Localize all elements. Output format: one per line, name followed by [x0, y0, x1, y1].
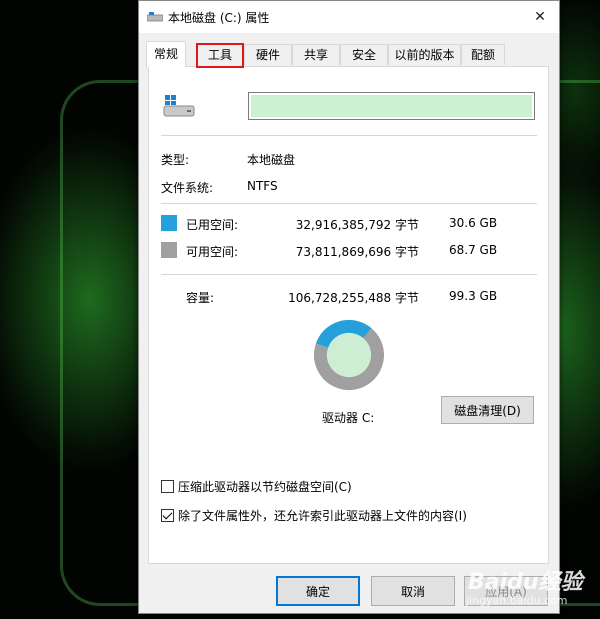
filesystem-label: 文件系统:	[161, 181, 214, 195]
type-label: 类型:	[161, 153, 190, 167]
drive-icon	[163, 95, 195, 117]
properties-dialog: 本地磁盘 (C:) 属性 ✕ 常规 工具 硬件 共享 安全 以前的版本 配额 类…	[138, 0, 560, 614]
compress-checkbox-label: 压缩此驱动器以节约磁盘空间(C)	[178, 480, 352, 494]
filesystem-value: NTFS	[247, 179, 278, 193]
tab-sharing[interactable]: 共享	[292, 44, 340, 65]
background-frame-right	[556, 80, 600, 606]
capacity-bytes: 106,728,255,488 字节	[288, 291, 419, 305]
type-value: 本地磁盘	[247, 153, 296, 167]
ok-button[interactable]: 确定	[276, 576, 360, 606]
free-space-swatch	[161, 242, 177, 258]
tab-quota[interactable]: 配额	[461, 44, 505, 65]
free-space-bytes: 73,811,869,696 字节	[295, 245, 419, 259]
disk-cleanup-button[interactable]: 磁盘清理(D)	[441, 396, 534, 424]
capacity-label: 容量:	[186, 291, 215, 305]
apply-button[interactable]: 应用(A)	[464, 576, 548, 606]
close-button[interactable]: ✕	[525, 3, 555, 31]
index-checkbox[interactable]	[161, 509, 174, 522]
tab-hardware[interactable]: 硬件	[244, 44, 292, 65]
divider	[161, 135, 537, 136]
index-checkbox-label: 除了文件属性外，还允许索引此驱动器上文件的内容(I)	[178, 509, 467, 523]
close-icon: ✕	[534, 9, 546, 25]
compress-drive-option[interactable]: 压缩此驱动器以节约磁盘空间(C)	[161, 478, 352, 495]
cancel-button[interactable]: 取消	[371, 576, 455, 606]
disk-usage-chart	[314, 320, 384, 390]
free-space-size: 68.7 GB	[449, 243, 498, 257]
donut-center	[327, 333, 371, 377]
used-space-size: 30.6 GB	[449, 216, 498, 230]
drive-name-input[interactable]	[251, 95, 532, 117]
title-bar: 本地磁盘 (C:) 属性 ✕	[139, 1, 559, 33]
divider	[161, 203, 537, 204]
drive-label: 驱动器 C:	[322, 411, 375, 425]
tab-general[interactable]: 常规	[146, 41, 186, 67]
divider	[161, 274, 537, 275]
window-title: 本地磁盘 (C:) 属性	[168, 11, 270, 25]
tab-security[interactable]: 安全	[340, 44, 388, 65]
used-space-label: 已用空间:	[186, 218, 239, 232]
tab-previous-versions[interactable]: 以前的版本	[388, 44, 461, 65]
index-drive-option[interactable]: 除了文件属性外，还允许索引此驱动器上文件的内容(I)	[161, 507, 467, 524]
tab-tools[interactable]: 工具	[196, 44, 244, 65]
drive-name-field[interactable]	[248, 92, 535, 120]
used-space-bytes: 32,916,385,792 字节	[295, 218, 419, 232]
capacity-size: 99.3 GB	[449, 289, 498, 303]
drive-icon	[147, 12, 163, 22]
free-space-label: 可用空间:	[186, 245, 239, 259]
used-space-swatch	[161, 215, 177, 231]
general-panel: 类型: 本地磁盘 文件系统: NTFS 已用空间: 32,916,385,792…	[148, 66, 549, 564]
compress-checkbox[interactable]	[161, 480, 174, 493]
